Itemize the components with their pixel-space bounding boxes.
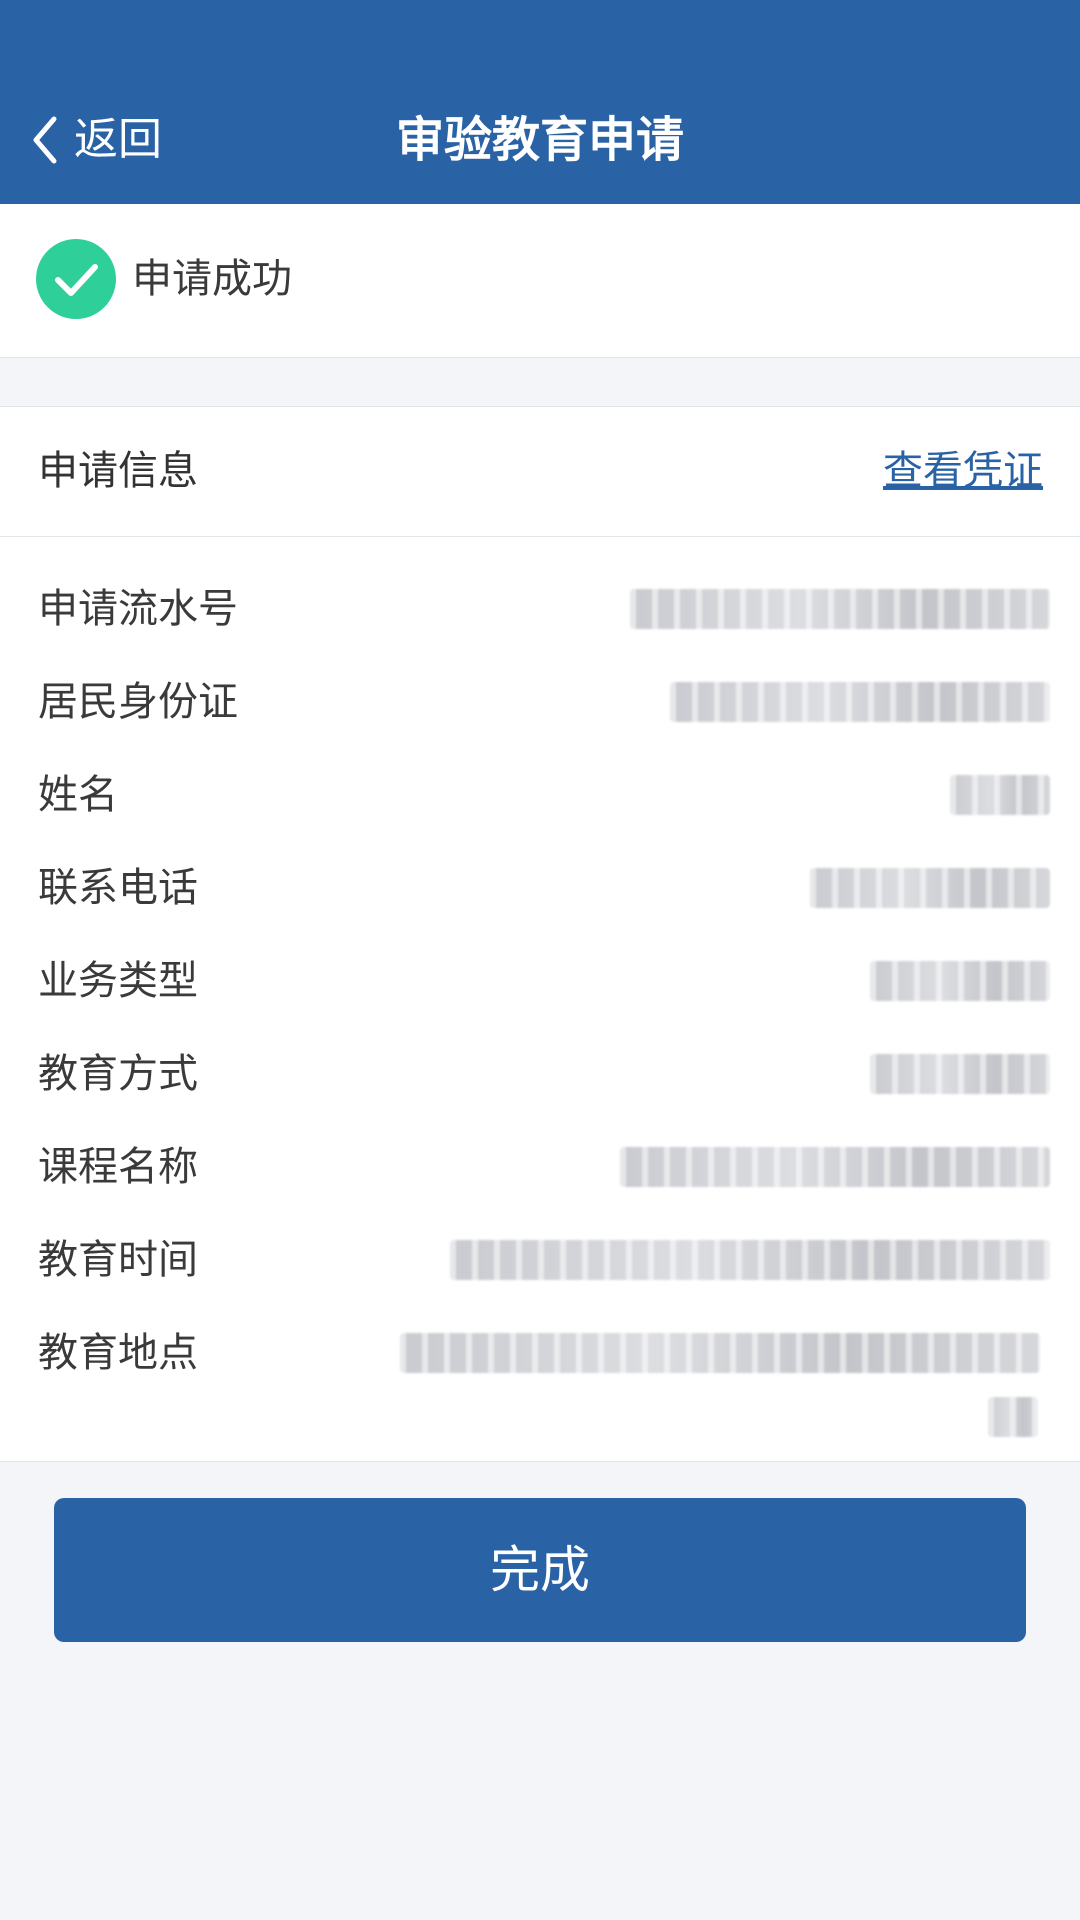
- page-title: 审验教育申请: [395, 112, 684, 168]
- info-card-header: 申请信息 查看凭证: [0, 407, 1080, 537]
- field-label: 教育方式: [38, 1051, 198, 1097]
- field-value-redacted: [670, 682, 1050, 722]
- field-value-redacted: [870, 1054, 1050, 1094]
- field-label: 教育地点: [38, 1330, 198, 1376]
- field-label: 教育时间: [38, 1237, 198, 1283]
- field-label: 联系电话: [38, 865, 198, 911]
- view-voucher-link[interactable]: 查看凭证: [883, 445, 1043, 497]
- field-label: 申请流水号: [38, 586, 238, 632]
- field-label: 姓名: [38, 772, 118, 818]
- done-button[interactable]: 完成: [54, 1498, 1026, 1642]
- field-value-redacted: [450, 1240, 1050, 1280]
- status-banner: 申请成功: [0, 204, 1080, 358]
- field-row-education-place: 教育地点: [0, 1317, 1080, 1447]
- field-row-education-time: 教育时间: [0, 1224, 1080, 1294]
- field-value-redacted: [950, 775, 1050, 815]
- field-row-education-mode: 教育方式: [0, 1038, 1080, 1108]
- status-text: 申请成功: [132, 256, 292, 302]
- application-info-card: 申请信息 查看凭证 申请流水号 居民身份证 姓名 联系电话 业务类型 教育方式 …: [0, 406, 1080, 1462]
- top-navigation-bar: 返回 审验教育申请: [0, 0, 1080, 204]
- field-label: 业务类型: [38, 958, 198, 1004]
- field-value-redacted: [400, 1333, 1040, 1373]
- check-circle-icon: [36, 239, 116, 319]
- field-row-phone: 联系电话: [0, 852, 1080, 922]
- field-row-business-type: 业务类型: [0, 945, 1080, 1015]
- field-row-course-name: 课程名称: [0, 1131, 1080, 1201]
- field-value-redacted: [870, 961, 1050, 1001]
- field-value-redacted: [620, 1147, 1050, 1187]
- info-card-title: 申请信息: [38, 448, 198, 494]
- field-value-redacted: [630, 589, 1050, 629]
- field-label: 课程名称: [38, 1144, 198, 1190]
- field-row-id-card: 居民身份证: [0, 666, 1080, 736]
- field-value-redacted: [810, 868, 1050, 908]
- field-value-redacted: [988, 1397, 1038, 1437]
- field-row-serial-number: 申请流水号: [0, 573, 1080, 643]
- field-label: 居民身份证: [38, 679, 238, 725]
- field-row-name: 姓名: [0, 759, 1080, 829]
